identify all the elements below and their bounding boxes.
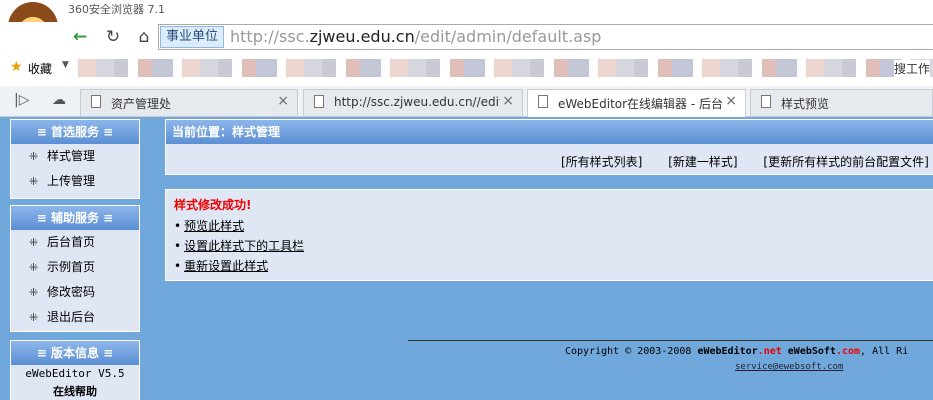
sidebar-item-label: 后台首页 [47, 235, 96, 249]
style-action-links: [所有样式列表] [新建一样式] [更新所有样式的前台配置文件] [561, 153, 933, 170]
sidebar-item-upload-management[interactable]: ⁜ 上传管理 [11, 169, 139, 194]
reset-style-link[interactable]: 重新设置此样式 [174, 256, 933, 276]
sidebar-item-label: 示例首页 [47, 260, 96, 274]
new-style-link[interactable]: [新建一样式] [668, 155, 737, 169]
brand-com: .com [835, 346, 861, 357]
sidebar-item-admin-home[interactable]: ⁜ 后台首页 [11, 230, 139, 255]
panel-title: 版本信息 [50, 346, 99, 360]
tab-label: 样式预览 [781, 97, 830, 111]
sidebar-toggle-icon[interactable]: |▷ [14, 92, 29, 108]
page-content: ≡ 首选服务 ≡ ⁜ 样式管理 ⁜ 上传管理 ≡ 辅助服务 ≡ ⁜ 后台首页 ⁜ 示例首… [0, 117, 933, 400]
panel-header: ≡ 首选服务 ≡ [11, 120, 139, 144]
sidebar-item-example-home[interactable]: ⁜ 示例首页 [11, 255, 139, 280]
tab-label: eWebEditor在线编辑器 - 后台 [558, 97, 724, 111]
tab-bar: |▷ ☁ 资产管理处 × http://ssc.zjweu.edu.cn//ed… [0, 86, 933, 117]
url-host: zjweu.edu.cn [309, 27, 415, 46]
bullet-icon: ⁜ [29, 175, 39, 188]
panel-header: ≡ 版本信息 ≡ [11, 341, 139, 365]
close-icon[interactable]: × [277, 93, 289, 109]
location-title: 当前位置：样式管理 [166, 120, 933, 144]
bullet-icon: ⁜ [29, 311, 39, 324]
sidebar-item-logout[interactable]: ⁜ 退出后台 [11, 305, 139, 330]
tab-label: 资产管理处 [111, 97, 172, 111]
panel-title: 首选服务 [50, 125, 99, 139]
page-icon [91, 95, 101, 108]
online-help-link[interactable]: 在线帮助 [11, 383, 139, 400]
close-icon[interactable]: × [502, 93, 514, 109]
auxiliary-services-panel: ≡ 辅助服务 ≡ ⁜ 后台首页 ⁜ 示例首页 ⁜ 修改密码 ⁜ 退出后台 [10, 205, 140, 332]
all-styles-link[interactable]: [所有样式列表] [561, 155, 642, 169]
copyright-prefix: Copyright © 2003-2008 [565, 346, 698, 357]
set-toolbar-link[interactable]: 设置此样式下的工具栏 [174, 236, 933, 256]
url-prefix: http://ssc. [230, 27, 310, 46]
browser-title-bar: 360安全浏览器 7.1 [0, 0, 933, 20]
address-bar[interactable]: 事业单位 http://ssc.zjweu.edu.cn/edit/admin/… [158, 24, 933, 50]
favorites-dropdown-icon[interactable]: ▼ [62, 60, 69, 70]
service-email-link[interactable]: service@ewebsoft.com [735, 362, 843, 372]
tab-ewebeditor-admin[interactable]: eWebEditor在线编辑器 - 后台 × [527, 89, 746, 117]
preview-style-link[interactable]: 预览此样式 [174, 216, 933, 236]
tab-label: http://ssc.zjweu.edu.cn//edit/ [334, 95, 500, 109]
bullet-icon: ⁜ [29, 236, 39, 249]
home-button[interactable]: ⌂ [132, 25, 156, 49]
tab-style-preview[interactable]: 样式预览 [750, 89, 933, 116]
brand-ewebeditor: eWebEditor [697, 346, 758, 357]
sidebar-item-label: 样式管理 [47, 149, 96, 163]
preferred-services-panel: ≡ 首选服务 ≡ ⁜ 样式管理 ⁜ 上传管理 [10, 119, 140, 199]
update-config-link[interactable]: [更新所有样式的前台配置文件] [763, 155, 928, 169]
brand-net: .net [757, 346, 782, 357]
copyright-suffix: , All Ri [860, 346, 909, 357]
success-message-panel: 样式修改成功! 预览此样式 设置此样式下的工具栏 重新设置此样式 [165, 189, 933, 281]
version-info-panel: ≡ 版本信息 ≡ eWebEditor V5.5 在线帮助 [10, 340, 140, 400]
tab-asset-office[interactable]: 资产管理处 × [80, 89, 298, 116]
url-path: /edit/admin/default.asp [414, 27, 602, 46]
sidebar-item-label: 修改密码 [47, 285, 96, 299]
blurred-bookmark-links[interactable] [78, 59, 933, 77]
page-icon [761, 95, 771, 108]
url-text[interactable]: http://ssc.zjweu.edu.cn/edit/admin/defau… [230, 27, 601, 47]
bullet-icon: ⁜ [29, 150, 39, 163]
brand-ewebsoft: eWebSoft [781, 346, 836, 357]
page-icon [538, 95, 548, 108]
bullet-icon: ⁜ [29, 261, 39, 274]
refresh-button[interactable]: ↻ [101, 25, 125, 49]
panel-header: ≡ 辅助服务 ≡ [11, 206, 139, 230]
favorites-label[interactable]: 收藏 [28, 60, 52, 77]
tab-edit-url[interactable]: http://ssc.zjweu.edu.cn//edit/ × [303, 89, 523, 116]
navigation-bar: ← ↻ ⌂ 事业单位 http://ssc.zjweu.edu.cn/edit/… [0, 22, 933, 52]
copyright-text: Copyright © 2003-2008 eWebEditor.net eWe… [565, 346, 908, 357]
zone-badge[interactable]: 事业单位 [160, 26, 225, 48]
location-panel: 当前位置：样式管理 [所有样式列表] [新建一样式] [更新所有样式的前台配置文… [165, 119, 933, 175]
panel-title: 辅助服务 [50, 211, 99, 225]
sidebar-item-style-management[interactable]: ⁜ 样式管理 [11, 144, 139, 169]
favorites-star-icon[interactable]: ★ [10, 59, 23, 75]
back-button[interactable]: ← [68, 25, 92, 49]
success-message-title: 样式修改成功! [174, 198, 252, 212]
sidebar-item-label: 退出后台 [47, 310, 96, 324]
sidebar-item-change-password[interactable]: ⁜ 修改密码 [11, 280, 139, 305]
bullet-icon: ⁜ [29, 286, 39, 299]
footer-divider [408, 340, 933, 341]
page-icon [314, 95, 324, 108]
version-text: eWebEditor V5.5 [25, 367, 125, 380]
bookmark-tail-label[interactable]: 搜工作 [893, 60, 930, 77]
bookmarks-bar: ★ 收藏 ▼ 搜工作 [0, 56, 933, 80]
close-icon[interactable]: × [725, 93, 737, 109]
sidebar-item-label: 上传管理 [47, 174, 96, 188]
browser-title: 360安全浏览器 7.1 [68, 3, 165, 16]
cloud-icon[interactable]: ☁ [52, 92, 66, 108]
